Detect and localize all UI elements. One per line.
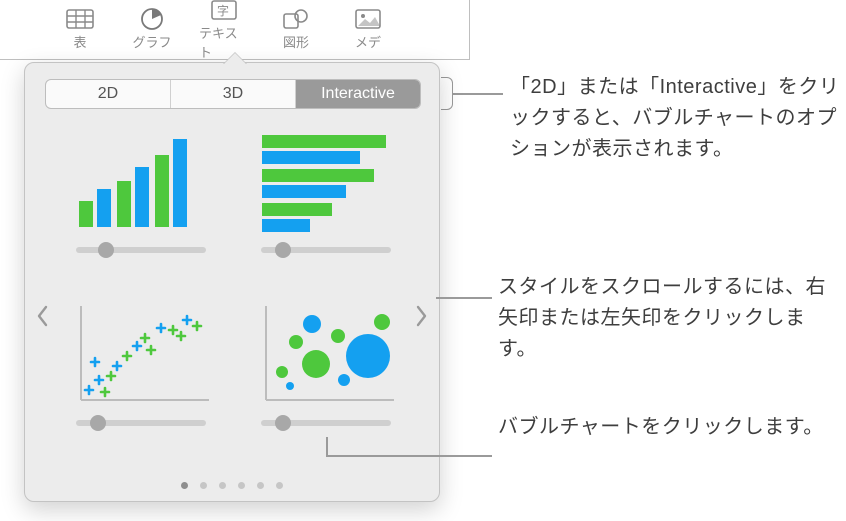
style-slider[interactable]	[261, 247, 391, 253]
text-icon: 字	[209, 0, 239, 21]
chart-option-scatter[interactable]	[61, 302, 220, 449]
toolbar-item-media[interactable]: メデ	[343, 8, 393, 51]
page-dot[interactable]	[200, 482, 207, 489]
toolbar-label: 表	[73, 32, 86, 51]
chevron-right-icon[interactable]	[411, 298, 433, 334]
page-dot[interactable]	[181, 482, 188, 489]
page-dot[interactable]	[276, 482, 283, 489]
column-chart-preview	[71, 129, 211, 233]
chart-option-bubble[interactable]	[246, 302, 405, 449]
page-dot[interactable]	[257, 482, 264, 489]
slider-thumb[interactable]	[98, 242, 114, 258]
table-icon	[65, 8, 95, 30]
callout-leader	[453, 93, 503, 95]
chart-type-segmented: 2D 3D Interactive	[45, 79, 421, 109]
callout-leader	[436, 297, 492, 299]
toolbar-label: グラフ	[132, 32, 171, 51]
chart-option-column[interactable]	[61, 129, 220, 276]
annotation-3: バブルチャートをクリックします。	[498, 412, 828, 443]
style-slider[interactable]	[76, 420, 206, 426]
segment-3d[interactable]: 3D	[171, 80, 296, 108]
page-dots	[25, 482, 439, 489]
scatter-chart-preview	[71, 302, 211, 406]
callout-leader	[326, 455, 492, 457]
slider-thumb[interactable]	[275, 242, 291, 258]
segment-interactive[interactable]: Interactive	[296, 80, 420, 108]
chart-option-bar[interactable]	[246, 129, 405, 276]
callout-leader	[326, 437, 328, 455]
annotation-1: 「2D」または「Interactive」をクリックすると、バブルチャートのオプシ…	[510, 72, 840, 165]
annotation-2: スタイルをスクロールするには、右矢印または左矢印をクリックします。	[498, 272, 838, 365]
page-dot[interactable]	[219, 482, 226, 489]
toolbar-label: メデ	[355, 32, 381, 51]
style-slider[interactable]	[76, 247, 206, 253]
segment-2d[interactable]: 2D	[46, 80, 171, 108]
bubble-chart-preview	[256, 302, 396, 406]
svg-text:字: 字	[217, 3, 229, 18]
toolbar-item-chart[interactable]: グラフ	[127, 8, 177, 51]
style-slider[interactable]	[261, 420, 391, 426]
insert-toolbar: 表 グラフ 字 テキスト 図形 メデ	[0, 0, 470, 60]
shape-icon	[281, 8, 311, 30]
media-icon	[353, 8, 383, 30]
chevron-left-icon[interactable]	[31, 298, 53, 334]
toolbar-label: 図形	[283, 32, 309, 51]
chart-pie-icon	[137, 8, 167, 30]
toolbar-item-shape[interactable]: 図形	[271, 8, 321, 51]
slider-thumb[interactable]	[275, 415, 291, 431]
page-dot[interactable]	[238, 482, 245, 489]
bar-chart-preview	[256, 129, 396, 233]
toolbar-item-text[interactable]: 字 テキスト	[199, 0, 249, 61]
callout-bracket	[441, 77, 453, 110]
slider-thumb[interactable]	[90, 415, 106, 431]
toolbar-item-table[interactable]: 表	[55, 8, 105, 51]
chart-style-grid	[61, 129, 405, 449]
chart-picker-popover: 2D 3D Interactive	[24, 62, 440, 502]
